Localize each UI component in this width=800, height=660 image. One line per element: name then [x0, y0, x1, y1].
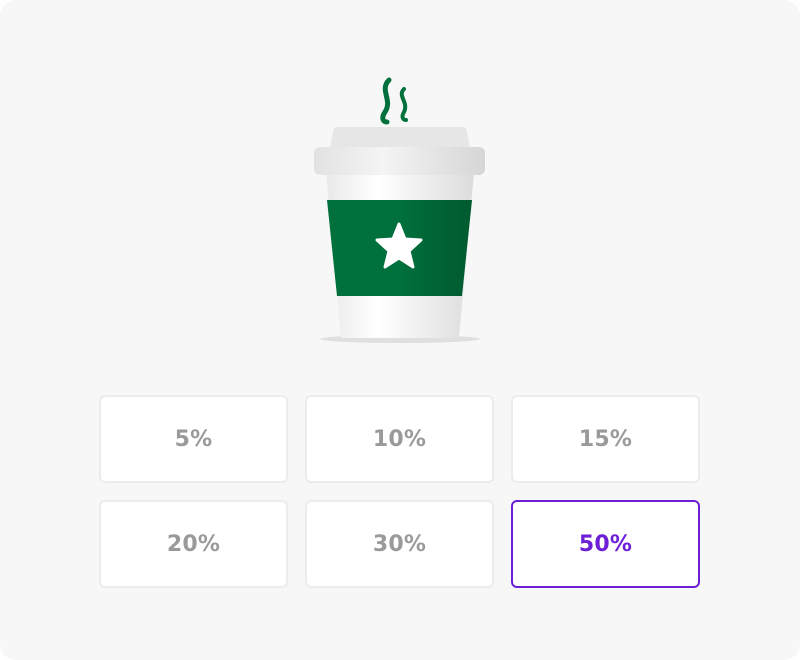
tip-options-grid: 5% 10% 15% 20% 30% 50% [99, 395, 701, 588]
tip-option-label: 30% [372, 531, 427, 557]
tip-option-5[interactable]: 5% [99, 395, 288, 483]
tip-option-label: 20% [166, 531, 221, 557]
tip-option-label: 5% [174, 426, 213, 452]
tip-option-label: 50% [578, 531, 633, 557]
coffee-cup-icon [314, 77, 485, 343]
tip-option-label: 15% [578, 426, 633, 452]
coffee-cup-illustration [305, 72, 495, 352]
tip-option-50[interactable]: 50% [511, 500, 700, 588]
tip-option-30[interactable]: 30% [305, 500, 494, 588]
steam-icon [380, 77, 408, 125]
tip-option-label: 10% [372, 426, 427, 452]
tip-card: 5% 10% 15% 20% 30% 50% [0, 0, 800, 660]
tip-option-10[interactable]: 10% [305, 395, 494, 483]
tip-option-15[interactable]: 15% [511, 395, 700, 483]
tip-option-20[interactable]: 20% [99, 500, 288, 588]
